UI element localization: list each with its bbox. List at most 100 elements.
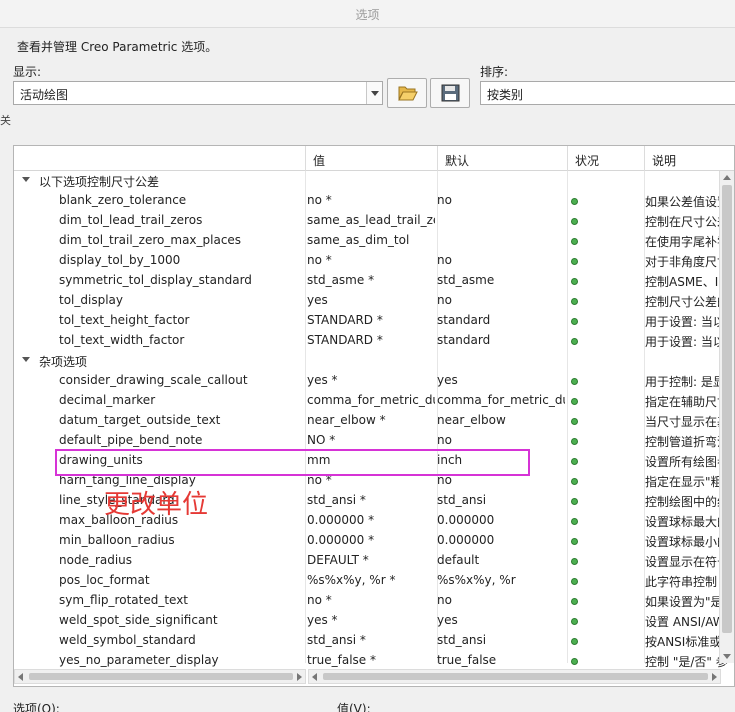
sort-select[interactable]: 按类别 xyxy=(480,81,735,105)
option-value-cell: same_as_dim_tol xyxy=(307,233,410,247)
table-row[interactable]: dim_tol_trail_zero_max_places same_as_dim… xyxy=(14,231,734,251)
save-config-button[interactable] xyxy=(430,78,470,108)
option-name-cell: default_pipe_bend_note xyxy=(59,433,203,447)
expand-chevron-icon[interactable] xyxy=(22,357,30,362)
table-row[interactable]: default_pipe_bend_note NO * no 控制管道折弯注 xyxy=(14,431,734,451)
option-name-cell: tol_text_width_factor xyxy=(59,333,185,347)
option-value-cell: yes xyxy=(307,293,328,307)
option-default-cell: std_asme xyxy=(437,273,495,287)
status-dot-icon xyxy=(571,498,578,505)
display-select[interactable]: 活动绘图 xyxy=(13,81,383,105)
option-name-cell: display_tol_by_1000 xyxy=(59,253,181,267)
status-dot-icon xyxy=(571,198,578,205)
table-row[interactable]: decimal_marker comma_for_metric_dualcomma… xyxy=(14,391,734,411)
scrollbar-thumb[interactable] xyxy=(29,673,293,680)
status-dot-icon xyxy=(571,238,578,245)
option-default-cell: no xyxy=(437,253,452,267)
status-dot-icon xyxy=(571,258,578,265)
table-row[interactable]: display_tol_by_1000 no * no 对于非角度尺寸 xyxy=(14,251,734,271)
table-row[interactable]: min_balloon_radius 0.000000 * 0.000000 设置球标… xyxy=(14,531,734,551)
table-row[interactable]: tol_display yes no 控制尺寸公差的 xyxy=(14,291,734,311)
column-header-name[interactable] xyxy=(14,146,305,171)
status-dot-icon xyxy=(571,518,578,525)
option-default-cell: standard xyxy=(437,333,491,347)
scroll-up-icon[interactable] xyxy=(723,175,731,180)
chevron-down-icon[interactable] xyxy=(366,82,382,104)
open-config-button[interactable] xyxy=(387,78,427,108)
option-value-cell: yes * xyxy=(307,373,338,387)
status-dot-icon xyxy=(571,638,578,645)
sort-select-value: 按类别 xyxy=(487,88,524,102)
option-name-cell: yes_no_parameter_display xyxy=(59,653,219,667)
table-row[interactable]: blank_zero_tolerance no * no 如果公差值设置 xyxy=(14,191,734,211)
column-header-description[interactable]: 说明 xyxy=(644,146,734,171)
scroll-down-icon[interactable] xyxy=(723,654,731,659)
option-value-cell: same_as_lead_trail_zeros xyxy=(307,213,435,227)
expand-chevron-icon[interactable] xyxy=(22,177,30,182)
group-row[interactable]: 杂项选项 xyxy=(14,351,734,371)
column-header-default[interactable]: 默认 xyxy=(437,146,567,171)
table-row[interactable]: pos_loc_format %s%x%y, %r * %s%x%y, %r 此字符串… xyxy=(14,571,734,591)
horizontal-scrollbar[interactable] xyxy=(308,669,721,684)
table-row[interactable]: symmetric_tol_display_standard std_asme *… xyxy=(14,271,734,291)
option-value-cell: NO * xyxy=(307,433,336,447)
option-value-cell: yes * xyxy=(307,613,338,627)
table-row[interactable]: tol_text_width_factor STANDARD * standard 用… xyxy=(14,331,734,351)
option-default-cell: yes xyxy=(437,613,458,627)
status-dot-icon xyxy=(571,338,578,345)
side-label: 关 xyxy=(0,114,11,127)
column-header-status[interactable]: 状况 xyxy=(567,146,644,171)
table-row[interactable]: node_radius DEFAULT * default 设置显示在符号 xyxy=(14,551,734,571)
option-value-cell: std_asme * xyxy=(307,273,375,287)
option-name-cell: blank_zero_tolerance xyxy=(59,193,187,207)
table-row[interactable]: datum_target_outside_text near_elbow * nea… xyxy=(14,411,734,431)
option-name-cell: consider_drawing_scale_callout xyxy=(59,373,248,387)
scroll-left-icon[interactable] xyxy=(18,673,23,681)
vertical-scrollbar[interactable] xyxy=(719,171,734,663)
option-name-cell: datum_target_outside_text xyxy=(59,413,221,427)
option-default-cell: %s%x%y, %r xyxy=(437,573,516,587)
group-row[interactable]: 以下选项控制尺寸公差 xyxy=(14,171,734,191)
scroll-left-icon[interactable] xyxy=(312,673,317,681)
table-row[interactable]: sym_flip_rotated_text no * no 如果设置为"是" xyxy=(14,591,734,611)
scrollbar-thumb[interactable] xyxy=(323,673,708,680)
title-bar: 选项 xyxy=(0,0,735,28)
folder-open-icon xyxy=(398,86,418,101)
highlight-box xyxy=(55,449,530,476)
status-dot-icon xyxy=(571,458,578,465)
options-table: 值 默认 状况 说明 以下选项控制尺寸公差 blank_zero_toleranc… xyxy=(13,145,735,687)
status-dot-icon xyxy=(571,578,578,585)
option-value-cell: std_ansi * xyxy=(307,493,366,507)
table-row[interactable]: dim_tol_lead_trail_zeros same_as_lead_tra… xyxy=(14,211,734,231)
option-value-cell: DEFAULT * xyxy=(307,553,369,567)
display-select-value: 活动绘图 xyxy=(20,88,69,102)
option-default-cell: near_elbow xyxy=(437,413,506,427)
scroll-right-icon[interactable] xyxy=(297,673,302,681)
option-value-cell: near_elbow * xyxy=(307,413,386,427)
scroll-right-icon[interactable] xyxy=(712,673,717,681)
option-value-cell: STANDARD * xyxy=(307,333,383,347)
scrollbar-thumb[interactable] xyxy=(722,185,732,633)
floppy-disk-icon xyxy=(441,84,460,102)
status-dot-icon xyxy=(571,318,578,325)
status-dot-icon xyxy=(571,218,578,225)
table-row[interactable]: consider_drawing_scale_callout yes * yes 用于… xyxy=(14,371,734,391)
option-name-cell: tol_display xyxy=(59,293,123,307)
option-name-cell: min_balloon_radius xyxy=(59,533,175,547)
option-default-cell: 0.000000 xyxy=(437,513,495,527)
table-row[interactable]: tol_text_height_factor STANDARD * standard… xyxy=(14,311,734,331)
horizontal-scrollbar[interactable] xyxy=(14,669,306,684)
table-row[interactable]: yes_no_parameter_display true_false * true… xyxy=(14,651,734,671)
status-dot-icon xyxy=(571,658,578,665)
option-default-cell: no xyxy=(437,293,452,307)
option-name-cell: weld_spot_side_significant xyxy=(59,613,218,627)
status-dot-icon xyxy=(571,298,578,305)
option-name-cell: node_radius xyxy=(59,553,133,567)
table-row[interactable]: weld_symbol_standard std_ansi * std_ansi 按A… xyxy=(14,631,734,651)
table-row[interactable]: weld_spot_side_significant yes * yes 设置 ANS… xyxy=(14,611,734,631)
window-title: 选项 xyxy=(355,8,380,22)
column-header-value[interactable]: 值 xyxy=(305,146,437,171)
option-default-cell: no xyxy=(437,193,452,207)
option-name-cell: decimal_marker xyxy=(59,393,156,407)
option-default-cell: standard xyxy=(437,313,491,327)
